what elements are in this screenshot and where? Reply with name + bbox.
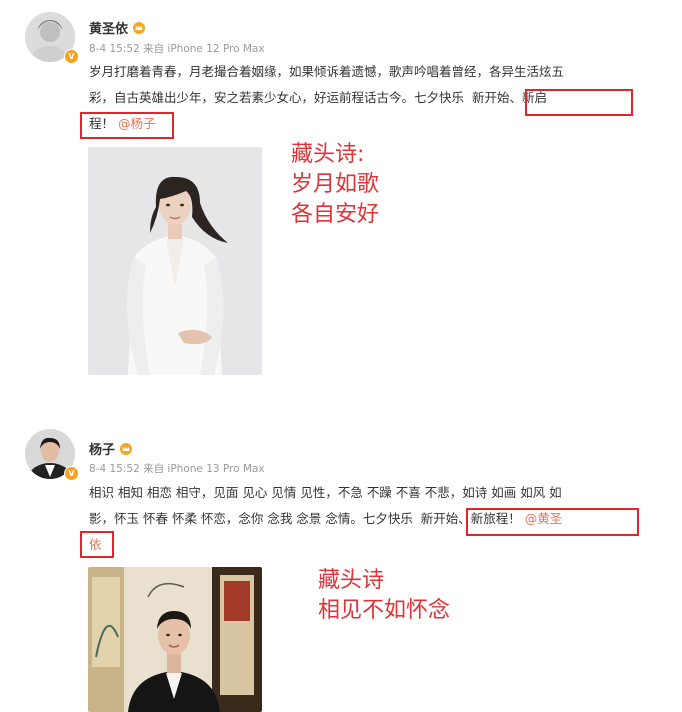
verified-badge-icon: V [64,466,79,481]
highlight-box [466,508,639,536]
post-photo[interactable] [88,567,262,712]
highlight-box [80,531,114,558]
post-meta: 8-4 15:52 来自 iPhone 13 Pro Max [89,463,265,475]
text-line: 相识 相知 相恋 相守，见面 见心 见情 见性，不急 不躁 不喜 不悲，如诗 如… [89,485,562,500]
annotation: 藏头诗 相见不如怀念 [318,568,451,623]
weibo-post-2: V 杨子 8-4 15:52 来自 iPhone 13 Pro Max 相识 相… [0,0,682,712]
crown-icon [120,443,133,455]
username[interactable]: 杨子 [89,439,133,458]
